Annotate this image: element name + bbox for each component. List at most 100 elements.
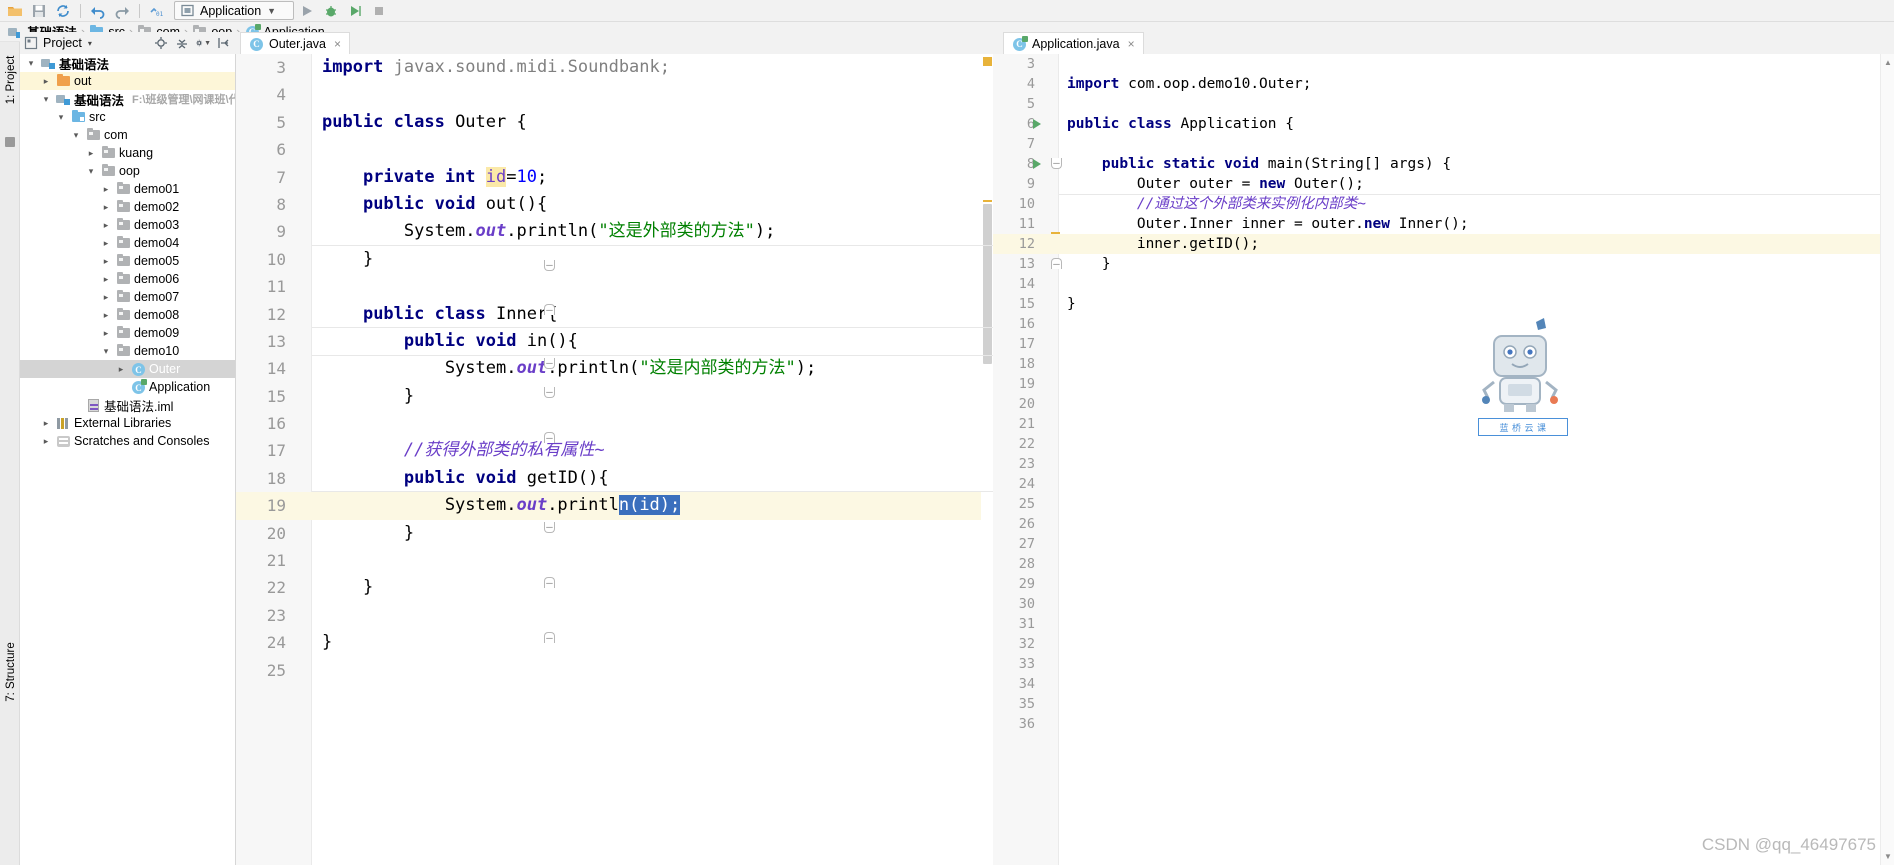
save-icon[interactable]	[28, 1, 50, 21]
fold-marker-in[interactable]: ─	[544, 387, 555, 398]
tree-item-outer[interactable]: ▸ C Outer	[20, 360, 235, 378]
code-line[interactable]: 28	[993, 554, 1894, 574]
fold-marker-inner-end[interactable]: ─	[544, 632, 555, 643]
code-line[interactable]: 35	[993, 694, 1894, 714]
code-line[interactable]: 16	[236, 410, 993, 437]
code-line[interactable]: 7 private int id=10;	[236, 164, 993, 191]
code-line[interactable]: 34	[993, 674, 1894, 694]
chevron-down-icon[interactable]: ▾	[39, 94, 53, 105]
run-gutter-icon[interactable]	[1033, 159, 1041, 169]
chevron-down-icon[interactable]: ▾	[69, 130, 83, 141]
rail-button-project[interactable]: 1: Project	[1, 45, 21, 115]
chevron-right-icon[interactable]: ▸	[39, 418, 53, 429]
fold-marker-out[interactable]: ─	[544, 260, 555, 271]
code-line[interactable]: 13 }	[993, 254, 1894, 274]
fold-marker-main[interactable]: ─	[1051, 158, 1062, 169]
code-line[interactable]: 18	[993, 354, 1894, 374]
code-line[interactable]: 22 }	[236, 574, 993, 601]
chevron-up-icon[interactable]: ▲	[1884, 58, 1892, 67]
code-line[interactable]: 25	[236, 657, 993, 684]
code-line[interactable]: 23	[236, 602, 993, 629]
fold-marker-getid[interactable]: ─	[544, 522, 555, 533]
close-icon[interactable]: ×	[1128, 37, 1135, 51]
tree-item-demo06[interactable]: ▸ demo06	[20, 270, 235, 288]
code-line[interactable]: 4	[236, 81, 993, 108]
fold-marker-getid-end[interactable]: ─	[544, 577, 555, 588]
debug-icon[interactable]	[320, 1, 342, 21]
chevron-right-icon[interactable]: ▸	[114, 364, 128, 375]
run-gutter-icon[interactable]	[1033, 119, 1041, 129]
code-line[interactable]: 32	[993, 634, 1894, 654]
chevron-right-icon[interactable]: ▸	[84, 148, 98, 159]
code-line[interactable]: 8 public void out(){	[236, 191, 993, 218]
tree-item-demo01[interactable]: ▸ demo01	[20, 180, 235, 198]
editor-application-java[interactable]: 3 4 import com.oop.demo10.Outer; 5 6 public c…	[993, 54, 1894, 865]
chevron-right-icon[interactable]: ▸	[99, 292, 113, 303]
undo-icon[interactable]	[87, 1, 109, 21]
code-line[interactable]: 9 Outer outer = new Outer();	[993, 174, 1894, 194]
chevron-right-icon[interactable]: ▸	[99, 184, 113, 195]
code-line[interactable]: 25	[993, 494, 1894, 514]
code-line[interactable]: 33	[993, 654, 1894, 674]
chevron-right-icon[interactable]: ·	[114, 382, 128, 392]
code-line[interactable]: 16	[993, 314, 1894, 334]
project-tree[interactable]: ▾ 基础语法 ▸ out ▾ 基础语法 F:\班级管理\网课班\代码\Ja ▾ src ▾ com ▸…	[20, 54, 236, 865]
tree-item-out[interactable]: ▸ out	[20, 72, 235, 90]
code-line[interactable]: 26	[993, 514, 1894, 534]
gear-icon[interactable]: ▼	[195, 35, 211, 51]
tree-item-[interactable]: ▾ 基础语法	[20, 54, 235, 72]
fold-marker-out-end[interactable]: ─	[544, 304, 555, 315]
tree-item-scratches-and-consoles[interactable]: ▸ Scratches and Consoles	[20, 432, 235, 450]
code-line[interactable]: 13 public void in(){	[236, 328, 993, 355]
tree-item-com[interactable]: ▾ com	[20, 126, 235, 144]
tree-item-iml[interactable]: · 基础语法.iml	[20, 396, 235, 414]
code-line[interactable]: 36	[993, 714, 1894, 734]
code-line[interactable]: 24}	[236, 629, 993, 656]
code-line[interactable]: 17	[993, 334, 1894, 354]
tree-item-oop[interactable]: ▾ oop	[20, 162, 235, 180]
code-line[interactable]: 31	[993, 614, 1894, 634]
redo-icon[interactable]	[111, 1, 133, 21]
tree-item-demo03[interactable]: ▸ demo03	[20, 216, 235, 234]
code-line[interactable]: 10 }	[236, 246, 993, 273]
editor-outer-java[interactable]: 3 import javax.sound.midi.Soundbank; 4 5 pub…	[236, 54, 993, 865]
fold-marker-in-end[interactable]: ─	[544, 432, 555, 443]
code-line[interactable]: 12 public class Inner{	[236, 301, 993, 328]
code-line[interactable]: 5	[993, 94, 1894, 114]
close-icon[interactable]: ×	[334, 37, 341, 51]
locate-icon[interactable]	[153, 35, 169, 51]
code-line[interactable]: 14	[993, 274, 1894, 294]
code-line[interactable]: 5 public class Outer {	[236, 109, 993, 136]
fold-marker-main-end[interactable]: ─	[1051, 258, 1062, 269]
tree-item-demo09[interactable]: ▸ demo09	[20, 324, 235, 342]
chevron-down-icon[interactable]: ▾	[99, 346, 113, 357]
code-line[interactable]: 6	[236, 136, 993, 163]
tab-outer-java[interactable]: C Outer.java ×	[240, 32, 350, 54]
code-line[interactable]: 8 public static void main(String[] args)…	[993, 154, 1894, 174]
chevron-down-icon[interactable]: ▾	[54, 112, 68, 123]
code-line[interactable]: 30	[993, 594, 1894, 614]
hide-panel-icon[interactable]	[216, 35, 232, 51]
tree-item-application[interactable]: ·CApplication	[20, 378, 235, 396]
chevron-down-icon[interactable]: ▾	[24, 58, 38, 69]
window-scrollbar[interactable]: ▲ ▼	[1880, 54, 1894, 865]
code-line[interactable]: 20 }	[236, 520, 993, 547]
editor-scrollbar-left[interactable]	[981, 54, 993, 865]
chevron-right-icon[interactable]: ▸	[99, 238, 113, 249]
stop-icon[interactable]	[368, 1, 390, 21]
scroll-thumb[interactable]	[983, 204, 992, 364]
coverage-icon[interactable]	[344, 1, 366, 21]
tree-item-demo07[interactable]: ▸ demo07	[20, 288, 235, 306]
code-content-right[interactable]: 3 4 import com.oop.demo10.Outer; 5 6 public c…	[993, 54, 1894, 734]
chevron-down-icon[interactable]: ▾	[84, 166, 98, 177]
chevron-right-icon[interactable]: ▸	[99, 328, 113, 339]
code-line[interactable]: 27	[993, 534, 1894, 554]
code-line[interactable]: 23	[993, 454, 1894, 474]
code-line[interactable]: 11 Outer.Inner inner = outer.new Inner()…	[993, 214, 1894, 234]
chevron-right-icon[interactable]: ·	[69, 400, 83, 410]
chevron-right-icon[interactable]: ▸	[39, 76, 53, 87]
run-icon[interactable]	[296, 1, 318, 21]
tree-item-src[interactable]: ▾ src	[20, 108, 235, 126]
code-content-left[interactable]: 3 import javax.sound.midi.Soundbank; 4 5 pub…	[236, 54, 993, 684]
tree-item-demo04[interactable]: ▸ demo04	[20, 234, 235, 252]
